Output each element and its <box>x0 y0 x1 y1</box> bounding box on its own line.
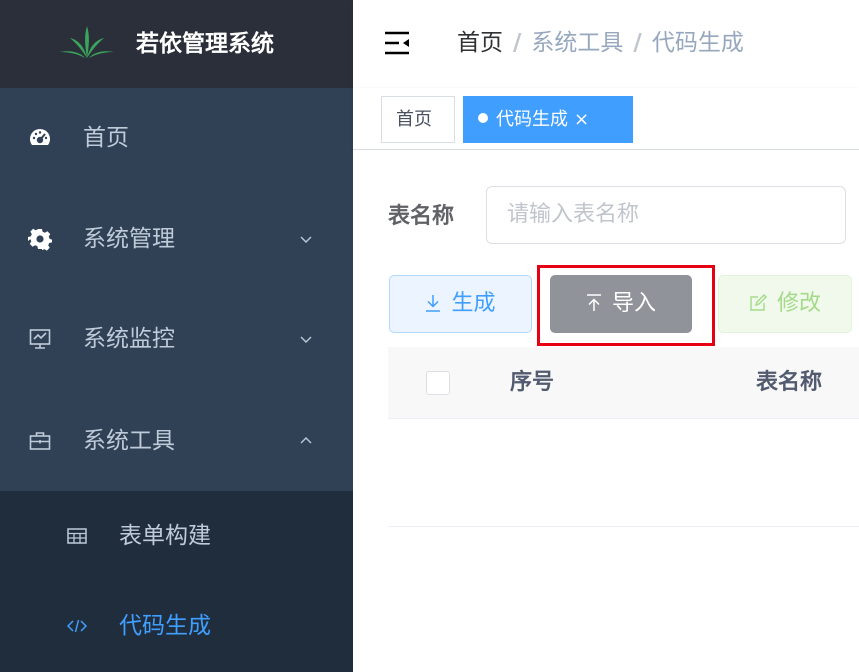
monitor-icon <box>29 329 51 349</box>
table-name-label: 表名称 <box>388 204 455 229</box>
table-grid-icon <box>67 528 87 544</box>
chevron-down-icon <box>300 236 312 243</box>
download-icon <box>425 276 441 332</box>
edit-icon <box>749 276 767 332</box>
edit-button[interactable]: 修改 <box>718 275 852 333</box>
sidebar-item-label: 系统监控 <box>83 326 175 352</box>
import-button-highlight-box <box>537 265 715 346</box>
breadcrumb-item-system-tools: 系统工具 <box>531 30 624 56</box>
select-all-checkbox[interactable] <box>426 371 450 395</box>
sidebar-item-system-monitor[interactable]: 系统监控 <box>0 289 353 389</box>
generate-button[interactable]: 生成 <box>389 275 532 333</box>
sidebar: 若依管理系统 首页 系统管理 系统监控 系统工具 表单构建 代码生成 <box>0 0 353 672</box>
sidebar-item-label: 表单构建 <box>119 523 211 549</box>
sidebar-item-label: 系统工具 <box>83 428 175 454</box>
tag-label: 首页 <box>396 109 432 130</box>
breadcrumb-item-code-generate: 代码生成 <box>651 30 744 56</box>
code-icon <box>66 619 88 633</box>
logo-icon <box>60 26 114 58</box>
tag-label: 代码生成 <box>496 109 568 130</box>
gear-icon <box>28 228 52 251</box>
hamburger-menu-icon[interactable] <box>383 30 411 56</box>
sidebar-item-label: 首页 <box>83 125 129 151</box>
table-name-input[interactable]: 请输入表名称 <box>486 186 846 244</box>
sidebar-item-form-build[interactable]: 表单构建 <box>0 491 353 581</box>
breadcrumb-separator: / <box>633 30 642 56</box>
column-header-index: 序号 <box>510 370 555 395</box>
sidebar-item-system-management[interactable]: 系统管理 <box>0 189 353 289</box>
close-icon[interactable]: × <box>574 109 589 130</box>
sidebar-item-home[interactable]: 首页 <box>0 88 353 188</box>
column-header-table-name: 表名称 <box>756 370 823 395</box>
toolbox-icon <box>29 432 51 450</box>
tag-code-generate[interactable]: 代码生成 × <box>463 96 633 143</box>
active-dot-icon <box>478 113 488 123</box>
sidebar-item-label: 系统管理 <box>83 226 175 252</box>
app-main: 表名称 请输入表名称 生成 导入 修改 序号 表名称 <box>353 150 859 672</box>
sidebar-item-label: 代码生成 <box>119 613 211 639</box>
table-header: 序号 表名称 <box>388 347 859 419</box>
generate-label: 生成 <box>451 291 496 316</box>
navbar: 首页 / 系统工具 / 代码生成 <box>353 0 859 88</box>
submenu-system-tools: 表单构建 代码生成 <box>0 491 353 672</box>
sidebar-logo[interactable]: 若依管理系统 <box>0 0 353 88</box>
sidebar-item-system-tools[interactable]: 系统工具 <box>0 391 353 491</box>
sidebar-item-code-generate[interactable]: 代码生成 <box>0 581 353 671</box>
app-title: 若依管理系统 <box>136 31 274 57</box>
breadcrumb-item-home[interactable]: 首页 <box>457 30 503 56</box>
breadcrumb-separator: / <box>513 30 522 56</box>
tag-home[interactable]: 首页 <box>381 96 455 143</box>
tags-view: 首页 代码生成 × <box>353 88 859 150</box>
edit-label: 修改 <box>776 291 821 316</box>
dashboard-icon <box>30 129 50 145</box>
table-divider <box>388 526 859 527</box>
breadcrumb: 首页 / 系统工具 / 代码生成 <box>457 26 744 60</box>
chevron-down-icon <box>300 336 312 343</box>
chevron-up-icon <box>300 437 312 444</box>
